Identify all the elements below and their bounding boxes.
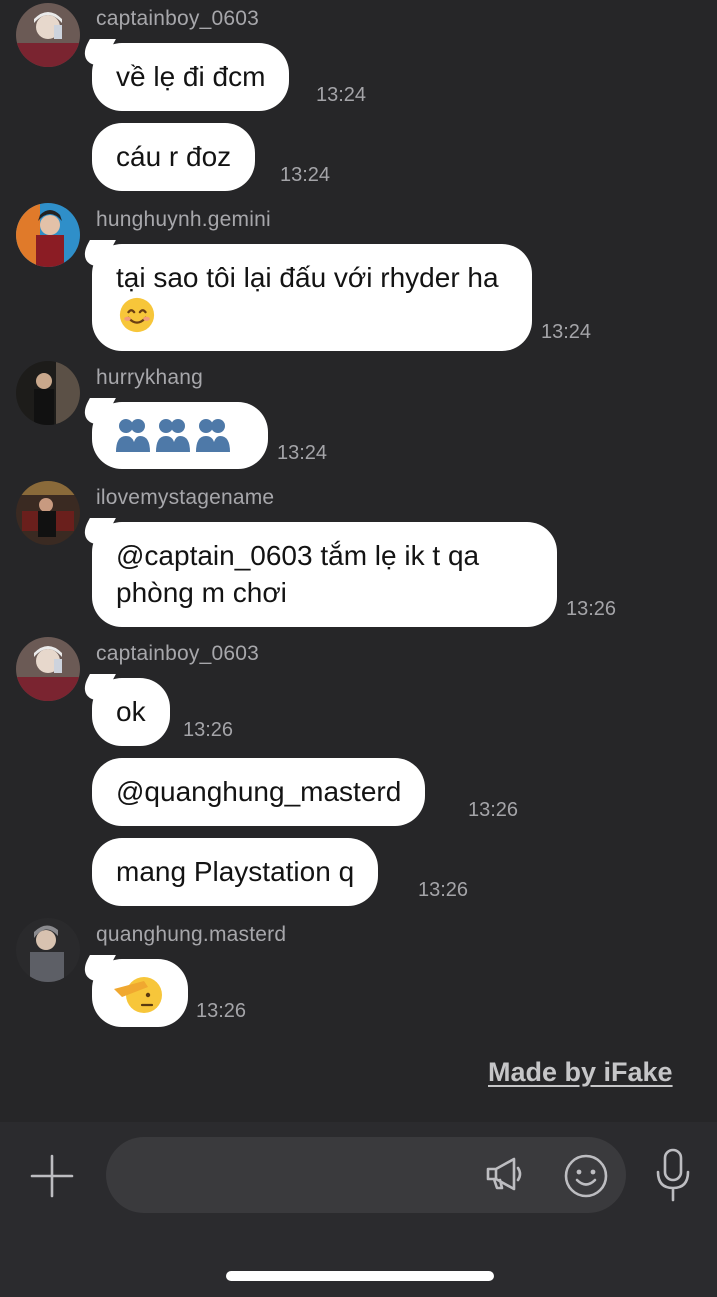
smile-icon[interactable] (563, 1153, 609, 1199)
avatar-captainboy[interactable] (16, 3, 80, 67)
message-bubble[interactable]: mang Playstation q (92, 838, 379, 906)
message-time: 13:24 (280, 164, 331, 186)
username: captainboy_0603 (96, 642, 259, 665)
saluting-face-emoji (114, 977, 162, 1013)
microphone-icon[interactable] (655, 1148, 691, 1202)
message-time: 13:26 (566, 598, 617, 620)
message-bubble[interactable]: tại sao tôi lại đấu với rhyder ha (92, 244, 532, 351)
username: quanghung.masterd (96, 923, 287, 946)
avatar-hunghuynh[interactable] (16, 203, 80, 267)
chat-screen: captainboy_0603 về lẹ đi đcm 13:24 cáu r… (0, 0, 717, 1297)
avatar-captainboy[interactable] (16, 637, 80, 701)
message-bubble[interactable] (92, 402, 268, 469)
message-bubble[interactable]: @captain_0603 tắm lẹ ik t qa phòng m chơ… (92, 522, 557, 627)
message-input[interactable] (106, 1137, 626, 1213)
message-text: tại sao tôi lại đấu với rhyder ha (116, 262, 499, 293)
message-time: 13:26 (418, 879, 469, 901)
message-time: 13:26 (183, 719, 234, 741)
message-time: 13:24 (541, 321, 592, 343)
message-time: 13:26 (196, 1000, 247, 1022)
username: hurrykhang (96, 366, 204, 389)
avatar-hurrykhang[interactable] (16, 361, 80, 425)
message-bubble[interactable]: ok (92, 678, 170, 746)
message-time: 13:26 (468, 799, 519, 821)
message-bubble[interactable]: cáu r đoz (92, 123, 256, 191)
megaphone-icon[interactable] (484, 1154, 524, 1194)
message-bubble[interactable]: về lẹ đi đcm (92, 43, 290, 111)
username: hunghuynh.gemini (96, 208, 271, 231)
avatar-ilovemystagename[interactable] (16, 481, 80, 545)
message-bubble[interactable] (92, 959, 188, 1027)
plus-icon[interactable] (28, 1152, 76, 1200)
username: captainboy_0603 (96, 7, 259, 30)
smiling-face-emoji (118, 296, 156, 334)
home-indicator[interactable] (226, 1271, 494, 1281)
avatar-quanghung[interactable] (16, 918, 80, 982)
watermark-link[interactable]: Made by iFake (488, 1057, 673, 1088)
message-time: 13:24 (316, 84, 367, 106)
people-silhouette-emoji (116, 419, 230, 452)
message-time: 13:24 (277, 442, 328, 464)
message-bubble[interactable]: @quanghung_masterd (92, 758, 426, 826)
username: ilovemystagename (96, 486, 275, 509)
